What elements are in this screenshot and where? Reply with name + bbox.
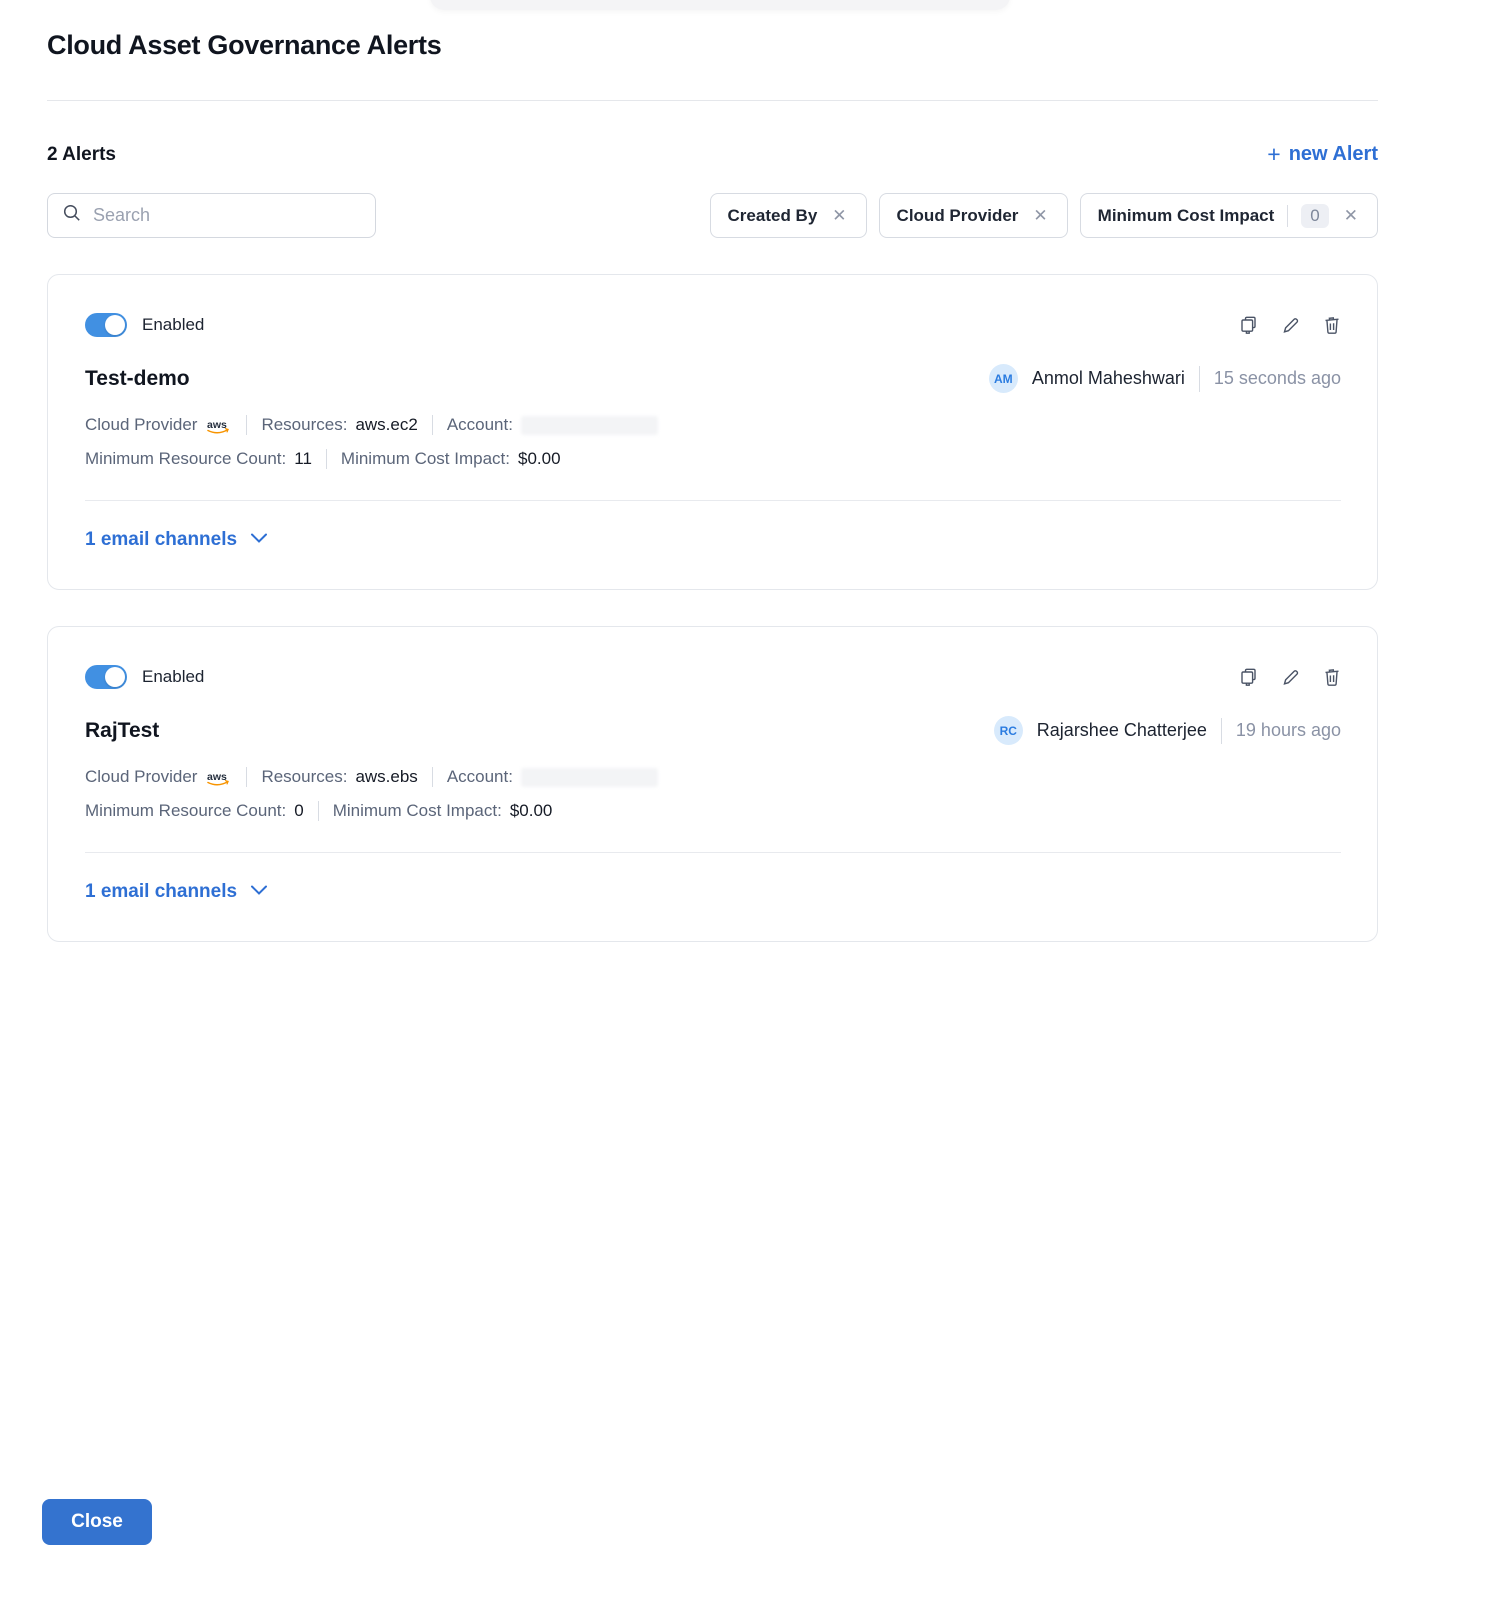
author-block: RC Rajarshee Chatterjee 19 hours ago: [994, 716, 1341, 745]
alert-card-test-demo: Enabled: [47, 274, 1378, 590]
meta-row-thresholds: Minimum Resource Count: 0 Minimum Cost I…: [85, 801, 1341, 821]
author-block: AM Anmol Maheshwari 15 seconds ago: [989, 364, 1341, 393]
card-title-row: RajTest RC Rajarshee Chatterjee 19 hours…: [85, 716, 1341, 745]
close-button[interactable]: Close: [42, 1499, 152, 1545]
author-name: Anmol Maheshwari: [1032, 368, 1185, 389]
alerts-panel: Cloud Asset Governance Alerts 2 Alerts +…: [47, 0, 1378, 942]
toggle-knob: [105, 667, 125, 687]
account-label: Account:: [447, 767, 513, 787]
min-cost-impact-label: Minimum Cost Impact:: [333, 801, 502, 821]
divider: [432, 415, 433, 435]
resources-value: aws.ebs: [355, 767, 417, 787]
card-top-row: Enabled: [85, 665, 1341, 689]
edit-button[interactable]: [1281, 315, 1300, 335]
divider: [1199, 366, 1200, 392]
divider: [432, 767, 433, 787]
card-actions: [1239, 315, 1341, 335]
delete-button[interactable]: [1323, 667, 1341, 687]
resources-label: Resources:: [261, 415, 347, 435]
min-cost-impact-value: $0.00: [510, 801, 553, 821]
card-actions: [1239, 667, 1341, 687]
avatar: RC: [994, 716, 1023, 745]
toggle-knob: [105, 315, 125, 335]
divider: [246, 767, 247, 787]
alert-name: Test-demo: [85, 367, 190, 391]
search-input[interactable]: [93, 205, 361, 226]
count-row: 2 Alerts + new Alert: [47, 143, 1378, 166]
min-resource-count-value: 0: [294, 801, 303, 821]
divider: [246, 415, 247, 435]
new-alert-button[interactable]: + new Alert: [1267, 143, 1378, 166]
resources-value: aws.ec2: [355, 415, 417, 435]
avatar: AM: [989, 364, 1018, 393]
close-icon[interactable]: ✕: [830, 205, 848, 226]
min-resource-count-value: 11: [294, 449, 312, 469]
min-cost-impact-value: $0.00: [518, 449, 561, 469]
duplicate-button[interactable]: [1239, 315, 1258, 335]
filter-chip-label: Cloud Provider: [897, 206, 1019, 226]
alert-card-rajtest: Enabled: [47, 626, 1378, 942]
title-divider: [47, 100, 1378, 101]
close-icon[interactable]: ✕: [1342, 205, 1360, 226]
edit-button[interactable]: [1281, 667, 1300, 687]
aws-icon: aws: [205, 770, 232, 788]
delete-button[interactable]: [1323, 315, 1341, 335]
account-value-redacted: [521, 416, 658, 435]
enabled-toggle[interactable]: [85, 313, 127, 337]
status-label: Enabled: [142, 667, 204, 687]
filter-chip-label: Minimum Cost Impact: [1098, 206, 1275, 226]
status-label: Enabled: [142, 315, 204, 335]
search-icon: [62, 203, 82, 228]
card-title-row: Test-demo AM Anmol Maheshwari 15 seconds…: [85, 364, 1341, 393]
close-icon[interactable]: ✕: [1031, 205, 1049, 226]
updated-timestamp: 15 seconds ago: [1214, 368, 1341, 389]
email-channels-expander[interactable]: 1 email channels: [85, 853, 1341, 941]
provider-label: Cloud Provider: [85, 415, 197, 435]
email-channels-label: 1 email channels: [85, 529, 237, 551]
divider: [1221, 718, 1222, 744]
updated-timestamp: 19 hours ago: [1236, 720, 1341, 741]
chevron-down-icon: [250, 883, 268, 901]
card-top-row: Enabled: [85, 313, 1341, 337]
svg-text:aws: aws: [207, 771, 227, 783]
duplicate-button[interactable]: [1239, 667, 1258, 687]
toggle-wrap: Enabled: [85, 665, 204, 689]
meta-row-provider: Cloud Provider aws Resources: aws.ebs Ac…: [85, 767, 1341, 787]
resources-label: Resources:: [261, 767, 347, 787]
page-title: Cloud Asset Governance Alerts: [47, 30, 1378, 61]
min-resource-count-label: Minimum Resource Count:: [85, 801, 286, 821]
filter-chips: Created By ✕ Cloud Provider ✕ Minimum Co…: [710, 193, 1378, 238]
alert-name: RajTest: [85, 719, 159, 743]
provider-label: Cloud Provider: [85, 767, 197, 787]
chip-separator: [1287, 205, 1288, 227]
filter-chip-cloud-provider[interactable]: Cloud Provider ✕: [879, 193, 1068, 238]
author-name: Rajarshee Chatterjee: [1037, 720, 1207, 741]
svg-text:aws: aws: [207, 419, 227, 431]
divider: [318, 801, 319, 821]
alerts-count: 2 Alerts: [47, 144, 116, 166]
email-channels-expander[interactable]: 1 email channels: [85, 501, 1341, 589]
min-resource-count-label: Minimum Resource Count:: [85, 449, 286, 469]
enabled-toggle[interactable]: [85, 665, 127, 689]
filter-row: Created By ✕ Cloud Provider ✕ Minimum Co…: [47, 193, 1378, 238]
chevron-down-icon: [250, 531, 268, 549]
account-value-redacted: [521, 768, 658, 787]
email-channels-label: 1 email channels: [85, 881, 237, 903]
filter-chip-value: 0: [1301, 204, 1328, 228]
meta-row-provider: Cloud Provider aws Resources: aws.ec2 Ac…: [85, 415, 1341, 435]
search-box[interactable]: [47, 193, 376, 238]
filter-chip-created-by[interactable]: Created By ✕: [710, 193, 867, 238]
meta-row-thresholds: Minimum Resource Count: 11 Minimum Cost …: [85, 449, 1341, 469]
min-cost-impact-label: Minimum Cost Impact:: [341, 449, 510, 469]
filter-chip-min-cost-impact[interactable]: Minimum Cost Impact 0 ✕: [1080, 193, 1378, 238]
new-alert-label: new Alert: [1289, 143, 1378, 166]
toggle-wrap: Enabled: [85, 313, 204, 337]
divider: [326, 449, 327, 469]
plus-icon: +: [1267, 143, 1280, 166]
filter-chip-label: Created By: [728, 206, 818, 226]
aws-icon: aws: [205, 418, 232, 436]
account-label: Account:: [447, 415, 513, 435]
